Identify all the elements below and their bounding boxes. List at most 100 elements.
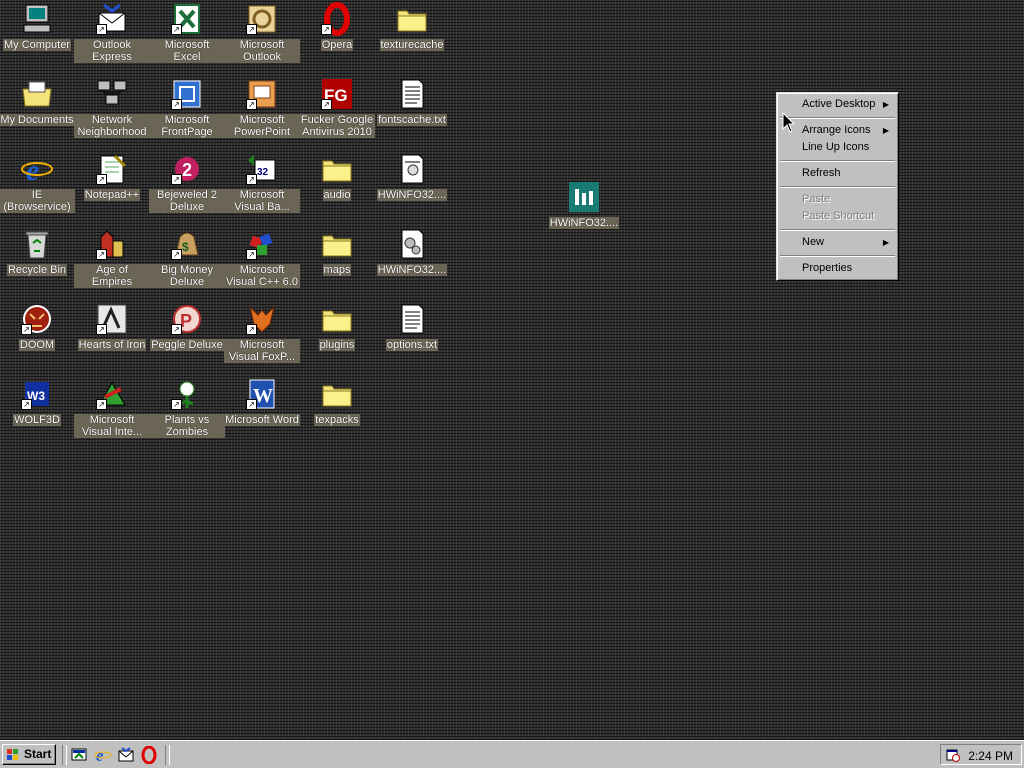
desktop-icon[interactable]: HWiNFO32.... bbox=[374, 227, 450, 297]
shortcut-arrow-icon: ↗ bbox=[96, 174, 107, 185]
desktop-icon[interactable]: fontscache.txt bbox=[374, 77, 450, 147]
menu-item-line-up-icons[interactable]: Line Up Icons bbox=[780, 139, 895, 156]
desktop-icon[interactable]: ↗ Microsoft PowerPoint bbox=[224, 77, 300, 147]
desktop-icon[interactable]: ↗ Plants vs Zombies bbox=[149, 377, 225, 447]
powerpoint-icon: ↗ bbox=[245, 77, 279, 111]
desktop-icon[interactable]: ↗ Microsoft Excel bbox=[149, 2, 225, 72]
desktop-icon[interactable]: 2 ↗ Bejeweled 2 Deluxe bbox=[149, 152, 225, 222]
menu-item-arrange-icons[interactable]: Arrange Icons ▶ bbox=[780, 122, 895, 139]
hearts-of-iron-icon: ↗ bbox=[95, 302, 129, 336]
network-icon bbox=[95, 77, 129, 111]
desktop[interactable]: My Computer ↗ Outlook Express ↗ Microsoft Ex… bbox=[0, 0, 1024, 740]
menu-separator bbox=[780, 160, 895, 162]
excel-icon: ↗ bbox=[170, 2, 204, 36]
menu-item-paste[interactable]: Paste bbox=[780, 191, 895, 208]
opera-icon: ↗ bbox=[320, 2, 354, 36]
desktop-icon-label: HWiNFO32.... bbox=[376, 264, 448, 276]
desktop-icon[interactable]: ↗ DOOM bbox=[0, 302, 75, 372]
desktop-icon-label: plugins bbox=[318, 339, 356, 351]
desktop-icon-label: Plants vs Zombies bbox=[149, 414, 225, 438]
desktop-icon-label: Microsoft Visual Inte... bbox=[74, 414, 150, 438]
toolbar-grip[interactable] bbox=[165, 745, 170, 765]
desktop-icon[interactable]: HWiNFO32.... bbox=[374, 152, 450, 222]
desktop-icon[interactable]: P ↗ Peggle Deluxe bbox=[149, 302, 225, 372]
desktop-icon[interactable]: ↗ Microsoft Outlook bbox=[224, 2, 300, 72]
desktop-icon[interactable]: ↗ Microsoft Visual FoxP... bbox=[224, 302, 300, 372]
desktop-icon[interactable]: FG ↗ Fucker Google Antivirus 2010 bbox=[299, 77, 375, 147]
menu-item-label: Paste bbox=[802, 193, 831, 205]
outlook-express-icon[interactable] bbox=[117, 746, 135, 764]
desktop-icon[interactable]: HWiNFO32.... bbox=[546, 180, 622, 250]
desktop-icon[interactable]: Recycle Bin bbox=[0, 227, 75, 297]
folder-icon bbox=[320, 152, 354, 186]
desktop-icon[interactable]: ↗ Notepad++ bbox=[74, 152, 150, 222]
submenu-arrow-icon: ▶ bbox=[882, 238, 889, 247]
menu-item-paste-shortcut[interactable]: Paste Shortcut bbox=[780, 208, 895, 225]
menu-item-label: Arrange Icons bbox=[802, 124, 871, 136]
my-documents-icon bbox=[20, 77, 54, 111]
shortcut-arrow-icon: ↗ bbox=[21, 399, 32, 410]
menu-item-label: Refresh bbox=[802, 167, 841, 179]
desktop-icon[interactable]: plugins bbox=[299, 302, 375, 372]
pvz-icon: ↗ bbox=[170, 377, 204, 411]
desktop-icon[interactable]: My Documents bbox=[0, 77, 75, 147]
desktop-icon[interactable]: 32 ↗ Microsoft Visual Ba... bbox=[224, 152, 300, 222]
menu-item-new[interactable]: New ▶ bbox=[780, 234, 895, 251]
desktop-icon[interactable]: texturecache bbox=[374, 2, 450, 72]
desktop-icon[interactable]: ↗ Microsoft FrontPage bbox=[149, 77, 225, 147]
foxpro-icon: ↗ bbox=[245, 302, 279, 336]
svg-text:32: 32 bbox=[257, 167, 269, 178]
desktop-icon[interactable]: texpacks bbox=[299, 377, 375, 447]
visual-cpp-icon: ↗ bbox=[245, 227, 279, 261]
menu-item-properties[interactable]: Properties bbox=[780, 260, 895, 277]
clock[interactable]: 2:24 PM bbox=[968, 749, 1013, 763]
desktop-icon[interactable]: ↗ Age of Empires bbox=[74, 227, 150, 297]
desktop-icon[interactable]: $ ↗ Big Money Deluxe bbox=[149, 227, 225, 297]
opera-icon[interactable] bbox=[140, 746, 158, 764]
desktop-icon-label: My Computer bbox=[2, 39, 72, 51]
shortcut-arrow-icon: ↗ bbox=[321, 24, 332, 35]
desktop-icon[interactable]: ↗ Outlook Express bbox=[74, 2, 150, 72]
peggle-icon: P ↗ bbox=[170, 302, 204, 336]
desktop-icon[interactable]: options.txt bbox=[374, 302, 450, 372]
word-icon: W ↗ bbox=[245, 377, 279, 411]
show-desktop-icon[interactable] bbox=[70, 746, 88, 764]
shortcut-arrow-icon: ↗ bbox=[171, 99, 182, 110]
start-label: Start bbox=[24, 747, 52, 761]
big-money-icon: $ ↗ bbox=[170, 227, 204, 261]
shortcut-arrow-icon: ↗ bbox=[246, 99, 257, 110]
text-file-icon bbox=[395, 302, 429, 336]
toolbar-grip[interactable] bbox=[62, 745, 67, 765]
desktop-icon[interactable]: ↗ Opera bbox=[299, 2, 375, 72]
desktop-icon[interactable]: e IE (Browservice) bbox=[0, 152, 75, 222]
desktop-icon[interactable]: My Computer bbox=[0, 2, 75, 72]
desktop-icon[interactable]: ↗ Microsoft Visual Inte... bbox=[74, 377, 150, 447]
menu-item-active-desktop[interactable]: Active Desktop ▶ bbox=[780, 96, 895, 113]
shortcut-arrow-icon: ↗ bbox=[96, 249, 107, 260]
desktop-icon[interactable]: W ↗ Microsoft Word bbox=[224, 377, 300, 447]
desktop-icon[interactable]: ↗ Microsoft Visual C++ 6.0 bbox=[224, 227, 300, 297]
desktop-icon-label: fontscache.txt bbox=[377, 114, 447, 126]
shortcut-arrow-icon: ↗ bbox=[171, 249, 182, 260]
svg-text:$: $ bbox=[182, 240, 189, 254]
desktop-icon[interactable]: audio bbox=[299, 152, 375, 222]
folder-icon bbox=[320, 302, 354, 336]
desktop-icon[interactable]: maps bbox=[299, 227, 375, 297]
desktop-icon-label: Microsoft Visual Ba... bbox=[224, 189, 300, 213]
desktop-icon-label: texpacks bbox=[314, 414, 360, 426]
ie-icon[interactable]: e bbox=[94, 746, 112, 764]
ie-icon: e bbox=[20, 152, 54, 186]
outlook-express-icon: ↗ bbox=[95, 2, 129, 36]
svg-text:e: e bbox=[96, 746, 104, 764]
desktop-icon-label: Hearts of Iron bbox=[77, 339, 147, 351]
desktop-icon[interactable]: Network Neighborhood bbox=[74, 77, 150, 147]
my-computer-icon bbox=[20, 2, 54, 36]
start-button[interactable]: Start bbox=[2, 744, 56, 765]
menu-item-refresh[interactable]: Refresh bbox=[780, 165, 895, 182]
desktop-icon[interactable]: ↗ Hearts of Iron bbox=[74, 302, 150, 372]
scheduler-tray-icon[interactable] bbox=[946, 748, 960, 762]
outlook-icon: ↗ bbox=[245, 2, 279, 36]
desktop-icon-label: Microsoft Word bbox=[224, 414, 300, 426]
desktop-icon-label: Recycle Bin bbox=[6, 264, 68, 276]
desktop-icon[interactable]: W3 ↗ WOLF3D bbox=[0, 377, 75, 447]
